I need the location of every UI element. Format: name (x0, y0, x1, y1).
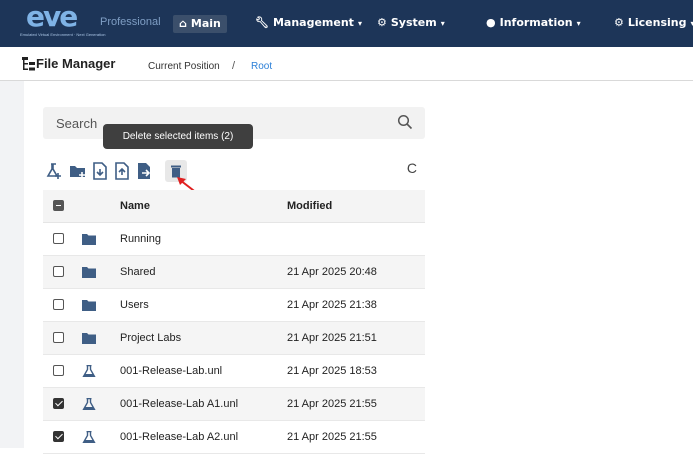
wrench-icon: 🔧︎ (255, 16, 269, 29)
file-tree-icon (22, 57, 36, 71)
file-name[interactable]: 001-Release-Lab A1.unl (120, 398, 238, 410)
chevron-down-icon: ▾ (441, 19, 445, 28)
column-header-name[interactable]: Name (120, 200, 150, 212)
file-name[interactable]: 001-Release-Lab.unl (120, 365, 222, 377)
logo-text: eve (26, 0, 76, 33)
breadcrumb-separator: / (232, 60, 235, 72)
file-modified: 21 Apr 2025 21:55 (287, 431, 377, 443)
gear-icon: ⚙ (377, 16, 387, 29)
file-name[interactable]: Running (120, 233, 161, 245)
row-checkbox[interactable] (53, 299, 64, 310)
file-modified: 21 Apr 2025 21:51 (287, 332, 377, 344)
import-icon[interactable] (91, 162, 109, 180)
nav-system-label: System (391, 16, 437, 29)
move-file-icon[interactable] (135, 162, 153, 180)
file-name[interactable]: 001-Release-Lab A2.unl (120, 431, 238, 443)
table-row[interactable]: Project Labs 21 Apr 2025 21:51 (43, 322, 425, 355)
certificate-icon: ⚙ (614, 16, 624, 29)
logo-subtitle: Emulated Virtual Environment · Next Gene… (20, 32, 106, 37)
file-name[interactable]: Users (120, 299, 149, 311)
nav-information-label: Information (500, 16, 573, 29)
table-row[interactable]: Users 21 Apr 2025 21:38 (43, 289, 425, 322)
chevron-down-icon: ▾ (358, 19, 362, 28)
eve-logo[interactable]: eve Emulated Virtual Environment · Next … (18, 2, 88, 42)
row-checkbox[interactable] (53, 431, 64, 442)
table-header: Name Modified (43, 190, 425, 223)
row-checkbox[interactable] (53, 365, 64, 376)
home-icon: ⌂ (179, 17, 187, 30)
folder-icon (82, 332, 96, 344)
row-checkbox[interactable] (53, 233, 64, 244)
file-modified: 21 Apr 2025 18:53 (287, 365, 377, 377)
folder-icon (82, 233, 96, 245)
nav-system[interactable]: ⚙ System ▾ (377, 14, 445, 32)
refresh-icon[interactable]: C (407, 160, 417, 176)
search-icon[interactable] (397, 114, 413, 130)
delete-tooltip: Delete selected items (2) (103, 124, 253, 149)
file-name[interactable]: Shared (120, 266, 155, 278)
nav-management-label: Management (273, 16, 354, 29)
edition-label: Professional (100, 16, 161, 28)
nav-main-label: Main (191, 17, 221, 30)
breadcrumb: File Manager Current Position / Root (0, 47, 693, 81)
left-sidebar-strip (0, 81, 24, 448)
nav-licensing[interactable]: ⚙Licensing▾ (614, 14, 693, 32)
page-title: File Manager (36, 56, 115, 71)
folder-icon (82, 266, 96, 278)
breadcrumb-position-label: Current Position (148, 61, 220, 72)
add-lab-icon[interactable] (45, 162, 63, 180)
select-all-checkbox[interactable] (53, 200, 64, 211)
search-placeholder: Search (56, 116, 97, 131)
table-row[interactable]: 001-Release-Lab A1.unl 21 Apr 2025 21:55 (43, 388, 425, 421)
row-checkbox[interactable] (53, 266, 64, 277)
row-checkbox[interactable] (53, 332, 64, 343)
lab-flask-icon (82, 365, 96, 377)
table-row[interactable]: 001-Release-Lab.unl 21 Apr 2025 18:53 (43, 355, 425, 388)
lab-flask-icon (82, 431, 96, 443)
file-toolbar: C (43, 160, 425, 184)
folder-icon (82, 299, 96, 311)
column-header-modified[interactable]: Modified (287, 200, 332, 212)
info-icon: ● (486, 16, 496, 29)
table-row[interactable]: 001-Release-Lab A2.unl 21 Apr 2025 21:55 (43, 421, 425, 454)
nav-management[interactable]: 🔧︎ Management ▾ (255, 14, 362, 32)
file-modified: 21 Apr 2025 20:48 (287, 266, 377, 278)
row-checkbox[interactable] (53, 398, 64, 409)
nav-information[interactable]: ● Information ▾ (486, 14, 581, 32)
nav-main[interactable]: ⌂ Main (173, 15, 227, 33)
chevron-down-icon: ▾ (577, 19, 581, 28)
nav-licensing-label: Licensing (628, 16, 687, 29)
file-table: Name Modified Running Shared 21 Apr 2025… (43, 190, 425, 454)
file-modified: 21 Apr 2025 21:38 (287, 299, 377, 311)
file-modified: 21 Apr 2025 21:55 (287, 398, 377, 410)
table-row[interactable]: Running (43, 223, 425, 256)
lab-flask-icon (82, 398, 96, 410)
export-icon[interactable] (113, 162, 131, 180)
breadcrumb-root-link[interactable]: Root (251, 61, 272, 72)
file-name[interactable]: Project Labs (120, 332, 181, 344)
table-row[interactable]: Shared 21 Apr 2025 20:48 (43, 256, 425, 289)
new-folder-icon[interactable] (69, 162, 87, 180)
top-navbar: eve Emulated Virtual Environment · Next … (0, 0, 693, 47)
